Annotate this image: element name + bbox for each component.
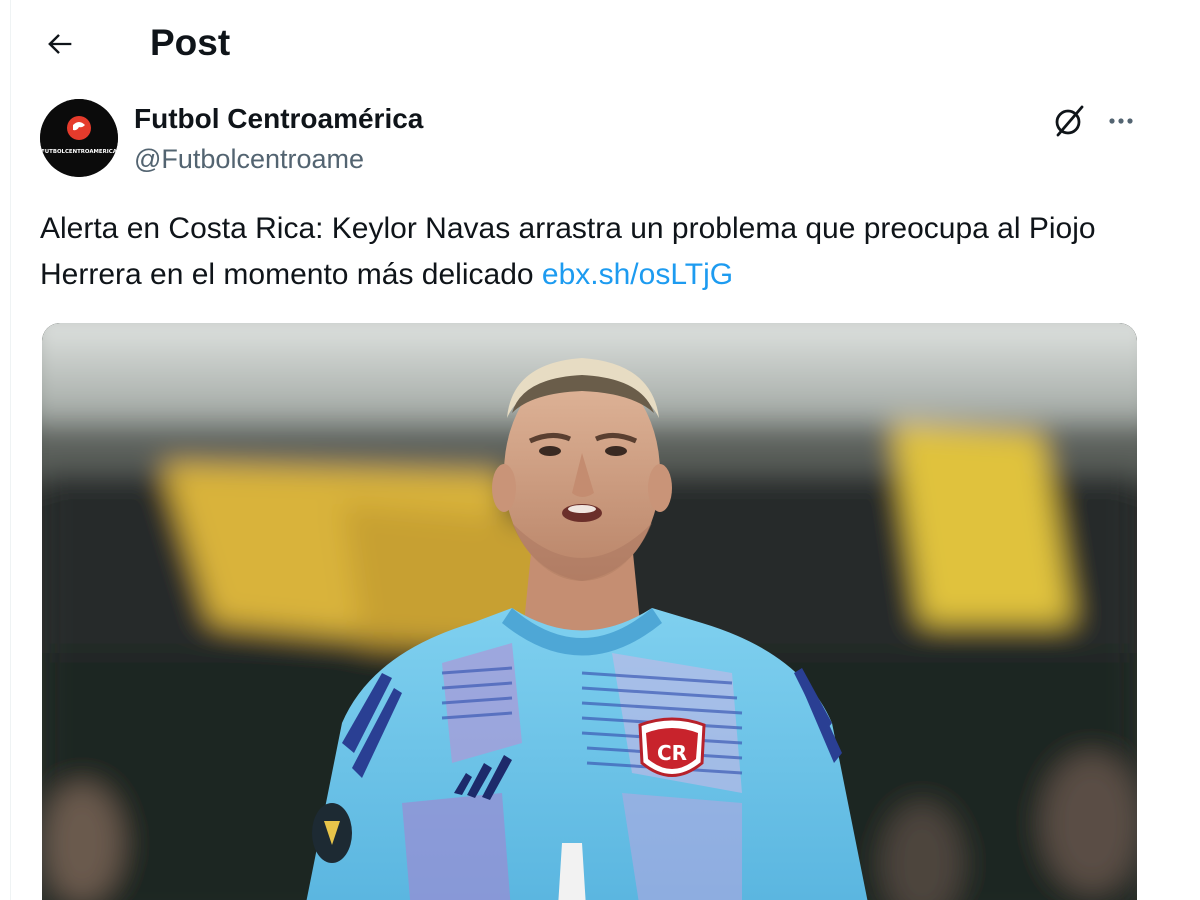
author-display-name[interactable]: Futbol Centroamérica [134,102,423,136]
avatar[interactable]: FUTBOLCENTROAMERICA [40,99,118,177]
photo-goalkeeper: CR [42,323,1137,900]
column-divider [10,0,11,900]
avatar-wordmark: FUTBOLCENTROAMERICA [41,149,118,155]
more-options-button[interactable] [1098,98,1144,144]
channel-logo-icon: FUTBOLCENTROAMERICA [40,99,118,177]
grok-button[interactable] [1046,98,1092,144]
crest-text: CR [657,741,687,765]
page-title: Post [150,22,231,63]
post-page: Post FUTBOLCENTROAMERICA Futbol Centroam… [0,0,1200,900]
post-header: Post [0,0,1200,88]
grok-icon [1055,105,1084,137]
more-horizontal-icon [1109,118,1133,124]
arrow-left-icon [48,34,72,54]
author-handle[interactable]: @Futbolcentroame [134,142,364,176]
tweet-link[interactable]: ebx.sh/osLTjG [542,258,733,291]
tweet-photo[interactable]: CR [42,323,1137,900]
tweet-text: Alerta en Costa Rica: Keylor Navas arras… [40,206,1150,298]
back-button[interactable] [36,22,84,66]
